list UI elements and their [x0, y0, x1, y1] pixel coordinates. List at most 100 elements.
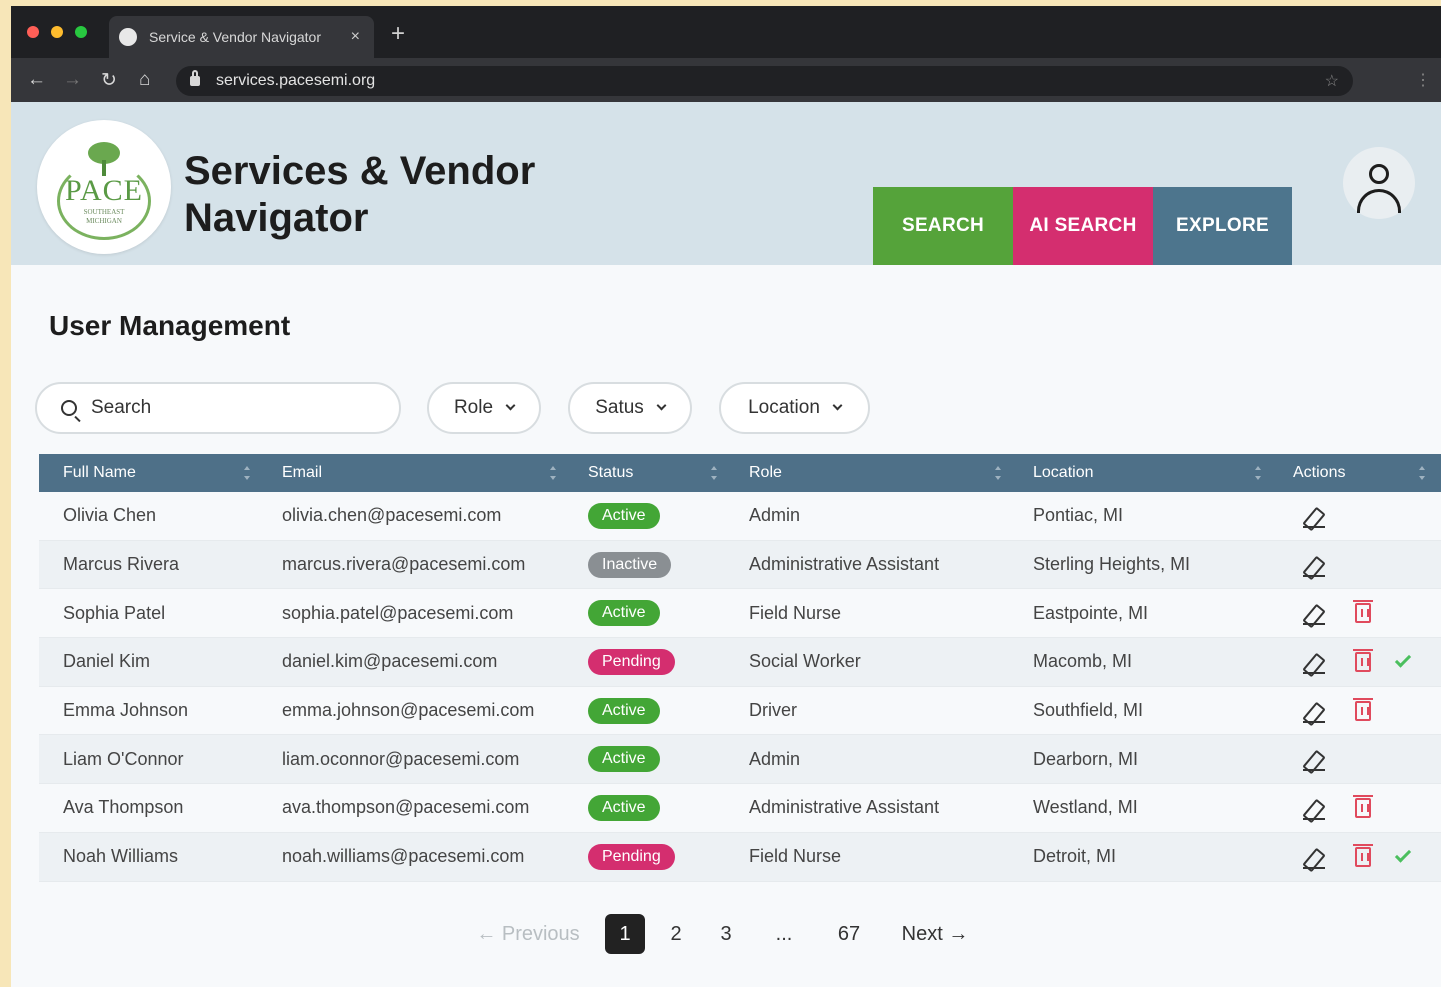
cell-status: Active: [564, 794, 725, 821]
logo-ring: [57, 162, 151, 240]
user-avatar-button[interactable]: [1343, 147, 1415, 219]
maximize-window-button[interactable]: [75, 26, 87, 38]
trash-icon[interactable]: [1353, 600, 1373, 624]
search-box[interactable]: [35, 382, 401, 434]
sort-icon[interactable]: [995, 466, 1001, 480]
page-3-button[interactable]: 3: [711, 914, 741, 954]
cell-actions: [1293, 638, 1441, 686]
cell-email: olivia.chen@pacesemi.com: [282, 505, 502, 526]
nav-explore-button[interactable]: EXPLORE: [1153, 187, 1292, 265]
table-row: Olivia Chen olivia.chen@pacesemi.com Activ…: [39, 492, 1441, 541]
column-label: Location: [1033, 464, 1094, 481]
previous-page-button[interactable]: ← Previous: [473, 914, 583, 954]
status-badge: Active: [588, 746, 660, 773]
user-icon-body: [1357, 189, 1401, 213]
role-filter-label: Role: [453, 397, 494, 418]
url-text: services.pacesemi.org: [216, 72, 376, 89]
sort-icon[interactable]: [550, 466, 556, 480]
page-title: User Management: [49, 310, 291, 341]
status-badge: Inactive: [588, 551, 672, 578]
app-title: Services & Vendor Navigator: [184, 148, 535, 242]
close-window-button[interactable]: [27, 26, 39, 38]
chevron-down-icon: [656, 400, 667, 411]
reload-icon[interactable]: ↻: [101, 69, 117, 92]
nav-ai-search-button[interactable]: AI SEARCH: [1013, 187, 1153, 265]
edit-icon[interactable]: [1303, 701, 1325, 723]
url-field[interactable]: services.pacesemi.org ☆: [176, 66, 1353, 96]
cell-status: Active: [564, 746, 725, 773]
page-2-button[interactable]: 2: [661, 914, 691, 954]
cell-status: Pending: [564, 648, 725, 675]
cell-location: Detroit, MI: [1033, 846, 1117, 867]
column-header-status[interactable]: Status: [564, 454, 725, 492]
column-header-location[interactable]: Location: [1009, 454, 1269, 492]
edit-icon[interactable]: [1303, 506, 1325, 528]
home-icon[interactable]: ⌂: [139, 69, 150, 91]
nav-search-button[interactable]: SEARCH: [873, 187, 1013, 265]
browser-tab[interactable]: Service & Vendor Navigator ×: [109, 16, 374, 58]
edit-icon[interactable]: [1303, 555, 1325, 577]
sort-icon[interactable]: [711, 466, 717, 480]
cell-full-name: Emma Johnson: [63, 700, 189, 721]
new-tab-button[interactable]: +: [391, 22, 405, 46]
forward-icon[interactable]: →: [63, 69, 82, 91]
back-icon[interactable]: ←: [27, 69, 46, 91]
status-badge: Active: [588, 502, 660, 529]
cell-status: Pending: [564, 843, 725, 870]
trash-icon[interactable]: [1353, 794, 1373, 818]
kebab-menu-icon[interactable]: ⋮: [1415, 70, 1431, 90]
table-row: Liam O'Connor liam.oconnor@pacesemi.com Ac…: [39, 735, 1441, 785]
check-icon[interactable]: [1394, 846, 1412, 863]
edit-icon[interactable]: [1303, 652, 1325, 674]
table-row: Noah Williams noah.williams@pacesemi.com P…: [39, 832, 1441, 882]
users-table: Full Name Email Status Role Location Act…: [39, 454, 1441, 882]
trash-icon[interactable]: [1353, 697, 1373, 721]
table-row: Daniel Kim daniel.kim@pacesemi.com Pending…: [39, 638, 1441, 687]
minimize-window-button[interactable]: [51, 26, 63, 38]
sort-icon[interactable]: [1419, 466, 1425, 480]
cell-location: Pontiac, MI: [1033, 505, 1124, 526]
cell-actions: [1293, 833, 1441, 881]
cell-role: Admin: [749, 748, 801, 769]
check-icon[interactable]: [1394, 651, 1412, 668]
cell-email: emma.johnson@pacesemi.com: [282, 700, 535, 721]
tab-title: Service & Vendor Navigator: [149, 29, 321, 45]
chevron-down-icon: [832, 400, 843, 411]
trash-icon[interactable]: [1353, 648, 1373, 672]
edit-icon[interactable]: [1303, 603, 1325, 626]
trash-icon[interactable]: [1353, 843, 1373, 867]
status-filter-dropdown[interactable]: Satus: [568, 382, 692, 434]
column-header-full-name[interactable]: Full Name: [39, 454, 258, 492]
edit-icon[interactable]: [1303, 749, 1325, 772]
star-icon[interactable]: ☆: [1325, 71, 1339, 91]
pace-logo[interactable]: PACE SOUTHEAST MICHIGAN: [37, 120, 171, 254]
page-67-button[interactable]: 67: [831, 914, 867, 954]
cell-actions: [1293, 492, 1441, 540]
page-1-button[interactable]: 1: [605, 914, 645, 954]
cell-email: daniel.kim@pacesemi.com: [282, 651, 498, 672]
cell-status: Active: [564, 502, 725, 529]
edit-icon[interactable]: [1303, 798, 1325, 820]
tab-close-icon[interactable]: ×: [351, 28, 360, 46]
cell-full-name: Sophia Patel: [63, 602, 166, 623]
search-input[interactable]: [91, 397, 371, 419]
column-header-email[interactable]: Email: [258, 454, 564, 492]
edit-icon[interactable]: [1303, 847, 1325, 869]
cell-actions: [1293, 784, 1441, 832]
next-page-button[interactable]: Next →: [895, 914, 975, 954]
column-label: Role: [749, 464, 782, 481]
cell-role: Driver: [749, 700, 797, 721]
cell-actions: [1293, 589, 1441, 637]
browser-window: Service & Vendor Navigator × + ← → ↻ ⌂ s…: [11, 6, 1441, 987]
column-label: Status: [588, 464, 634, 481]
location-filter-dropdown[interactable]: Location: [719, 382, 870, 434]
status-badge: Pending: [588, 648, 675, 675]
table-row: Emma Johnson emma.johnson@pacesemi.com Act…: [39, 687, 1441, 736]
column-header-role[interactable]: Role: [725, 454, 1009, 492]
cell-email: marcus.rivera@pacesemi.com: [282, 554, 526, 575]
sort-icon[interactable]: [1255, 466, 1261, 480]
role-filter-dropdown[interactable]: Role: [427, 382, 541, 434]
cell-role: Social Worker: [749, 651, 861, 672]
cell-email: liam.oconnor@pacesemi.com: [282, 748, 520, 769]
sort-icon[interactable]: [244, 466, 250, 480]
